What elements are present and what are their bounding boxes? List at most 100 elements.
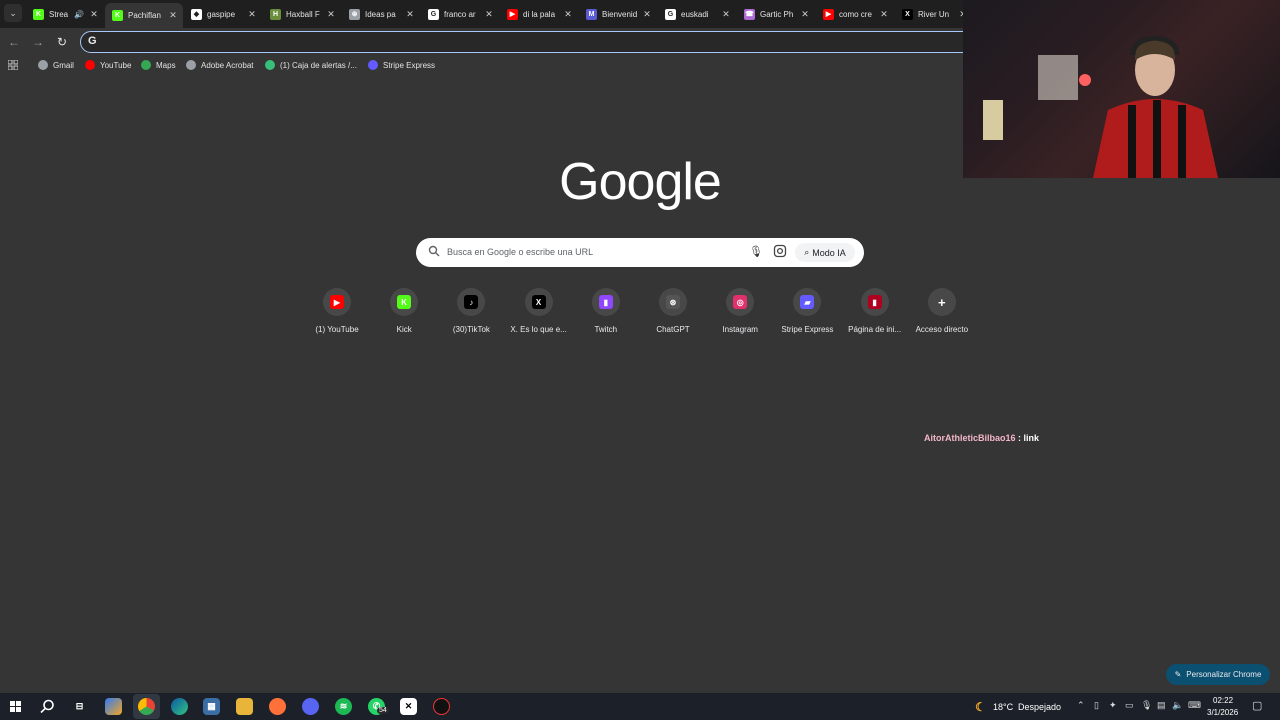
bookmark-item[interactable]: (1) Caja de alertas /... [265, 60, 357, 70]
tab[interactable]: K Strea 🔊 ✕ [26, 3, 104, 25]
customize-chrome-button[interactable]: ✎ Personalizar Chrome [1166, 664, 1270, 685]
bookmark-label: YouTube [100, 60, 132, 70]
ai-mode-button[interactable]: ⌕ Modo IA [795, 243, 855, 262]
close-icon[interactable]: ✕ [325, 9, 337, 20]
tab[interactable]: ▶ di la pala ✕ [500, 3, 578, 25]
bookmark-item[interactable]: Adobe Acrobat [186, 60, 253, 70]
chat-text: : link [1015, 433, 1040, 443]
bookmark-item[interactable]: Maps [141, 60, 176, 70]
lens-icon[interactable] [773, 244, 787, 258]
close-icon[interactable]: ✕ [720, 9, 732, 20]
close-icon[interactable]: ✕ [878, 9, 890, 20]
kick-icon: K [33, 8, 44, 20]
bookmark-favicon-icon [38, 60, 48, 70]
shortcut-tile[interactable]: ▮ Página de ini... [842, 288, 908, 334]
bookmark-item[interactable]: YouTube [85, 60, 131, 70]
app-tray-icon[interactable]: ✦ [1109, 700, 1117, 711]
tab[interactable]: Gfranco ar ✕ [421, 3, 499, 25]
shortcut-favicon-icon: ▮ [598, 295, 613, 309]
microphone-icon[interactable]: 🎙 [749, 245, 763, 258]
shortcut-tile[interactable]: ⊛ ChatGPT [640, 288, 706, 334]
language-icon[interactable]: ⌨ [1188, 700, 1201, 711]
shortcut-tile[interactable]: ▰ Stripe Express [774, 288, 840, 334]
weather-temp[interactable]: 18°C [993, 702, 1013, 712]
tab[interactable]: ☎ Gartic Ph ✕ [737, 3, 815, 25]
close-icon[interactable]: ✕ [88, 9, 100, 20]
obs-icon[interactable] [433, 698, 450, 715]
tab[interactable]: M Bienvenid ✕ [579, 3, 657, 25]
chevron-up-icon[interactable]: ⌃ [1077, 700, 1085, 711]
close-icon[interactable]: ✕ [246, 9, 258, 20]
search-box[interactable]: Busca en Google o escribe una URL 🎙 ⌕ Mo… [416, 238, 864, 267]
shortcut-tile[interactable]: ◎ Instagram [707, 288, 773, 334]
forward-button[interactable]: → [30, 34, 46, 50]
reload-button[interactable]: ↻ [54, 34, 70, 50]
shortcut-icon: K [390, 288, 419, 316]
clock-time[interactable]: 02:22 [1213, 696, 1233, 705]
shortcut-tile[interactable]: ▮ Twitch [573, 288, 639, 334]
tab[interactable]: ◆ gaspipe ✕ [184, 3, 262, 25]
weather-icon[interactable]: ☾ [972, 698, 989, 715]
sparkle-search-icon: ⌕ [804, 247, 810, 257]
shortcut-favicon-icon: ▰ [800, 295, 815, 309]
volume-icon[interactable]: 🔈 [1172, 700, 1183, 711]
tab-title: Strea [49, 9, 69, 19]
tab-search-button[interactable]: ⌄ [4, 4, 22, 22]
google-logo: Google [559, 153, 722, 211]
shortcut-label: Stripe Express [781, 325, 834, 334]
usb-icon[interactable]: ▯ [1094, 700, 1099, 711]
file-explorer-icon[interactable] [236, 698, 253, 715]
close-icon[interactable]: ✕ [562, 9, 574, 20]
network-icon[interactable]: ▤ [1157, 700, 1166, 711]
edge-icon[interactable] [171, 698, 188, 715]
ai-mode-label: Modo IA [812, 247, 846, 258]
tab-title: euskadi [681, 9, 709, 19]
tab[interactable]: K Pachiflan ✕ [105, 3, 183, 28]
tab-title: Pachiflan [128, 11, 161, 20]
speaker-icon[interactable]: 🔊 [74, 10, 84, 19]
shortcut-tile[interactable]: ▶ (1) YouTube [304, 288, 370, 334]
tab[interactable]: ⊛ Ideas pa ✕ [342, 3, 420, 25]
close-icon[interactable]: ✕ [799, 9, 811, 20]
microphone-icon[interactable]: 🎙 [1141, 700, 1152, 711]
copilot-icon[interactable] [105, 698, 122, 715]
shortcut-icon: ◎ [726, 288, 755, 316]
shortcut-tile[interactable]: ♪ (30)TikTok [438, 288, 504, 334]
tab[interactable]: Geuskadi ✕ [658, 3, 736, 25]
clock-date[interactable]: 3/1/2026 [1207, 708, 1238, 717]
tab[interactable]: ▶ como cre ✕ [816, 3, 894, 25]
discord-icon[interactable] [302, 698, 319, 715]
spotify-icon[interactable]: ≋ [335, 698, 352, 715]
tab[interactable]: H Haxball F ✕ [263, 3, 341, 25]
chrome-icon[interactable] [138, 698, 155, 715]
windows-start-icon[interactable] [10, 701, 21, 712]
apps-button[interactable] [8, 60, 18, 70]
close-icon[interactable]: ✕ [483, 9, 495, 20]
weather-desc[interactable]: Despejado [1018, 702, 1061, 712]
bookmark-item[interactable]: Stripe Express [368, 60, 435, 70]
close-icon[interactable]: ✕ [404, 9, 416, 20]
capcut-icon[interactable]: ✕ [400, 698, 417, 715]
tab[interactable]: XRiver Un✕ [895, 3, 973, 25]
task-view-icon[interactable]: ⊟ [71, 698, 88, 715]
haxball-icon: H [270, 8, 281, 20]
close-icon[interactable]: ✕ [641, 9, 653, 20]
meet-now-icon[interactable]: ▭ [1125, 700, 1134, 711]
tab-title: River Un [918, 9, 950, 19]
shortcut-tile[interactable]: K Kick [371, 288, 437, 334]
search-icon[interactable] [40, 699, 55, 714]
bookmark-item[interactable]: Gmail [38, 60, 74, 70]
shortcut-tile[interactable]: X X. Es lo que e... [506, 288, 572, 334]
notification-icon[interactable]: ▢ [1252, 699, 1262, 712]
shortcut-tile[interactable]: + Acceso directo [909, 288, 975, 334]
shortcut-label: Twitch [594, 325, 618, 334]
store-icon[interactable]: ▦ [203, 698, 220, 715]
bookmark-favicon-icon [368, 60, 378, 70]
mm-icon: M [586, 8, 597, 20]
tab-title: Bienvenid [602, 9, 638, 19]
firefox-icon[interactable] [269, 698, 286, 715]
close-icon[interactable]: ✕ [167, 10, 179, 21]
back-button[interactable]: ← [6, 34, 22, 50]
shortcut-icon: ▮ [591, 288, 620, 316]
address-bar[interactable]: G [80, 31, 980, 53]
